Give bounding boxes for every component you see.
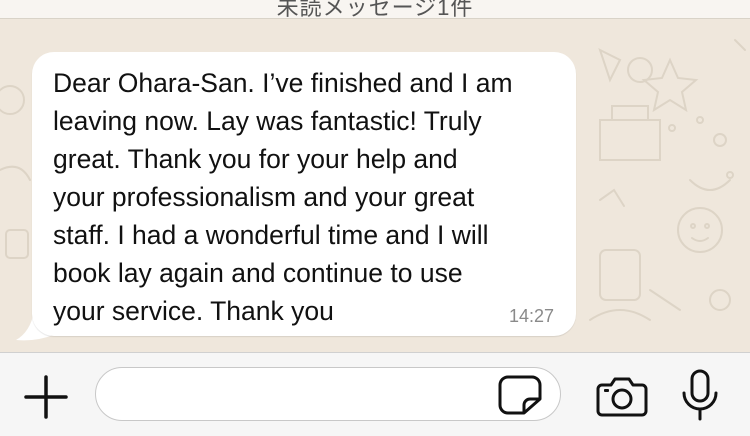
message-timestamp: 14:27 <box>508 306 554 326</box>
message-composer <box>0 352 750 436</box>
incoming-message-bubble[interactable]: Dear Ohara-San. I’ve finished and I am l… <box>32 52 576 336</box>
plus-icon[interactable] <box>20 371 72 423</box>
chat-screen: 未読メッセージ1件 Dear Ohara-San. I’ve finished … <box>0 0 750 436</box>
sticker-icon[interactable] <box>498 375 542 415</box>
microphone-icon[interactable] <box>680 369 720 421</box>
camera-icon[interactable] <box>596 375 648 417</box>
unread-banner-label: 未読メッセージ1件 <box>276 0 474 20</box>
unread-messages-banner: 未読メッセージ1件 <box>0 0 750 20</box>
message-text: Dear Ohara-San. I’ve finished and I am l… <box>53 68 513 326</box>
message-input[interactable] <box>95 367 561 421</box>
